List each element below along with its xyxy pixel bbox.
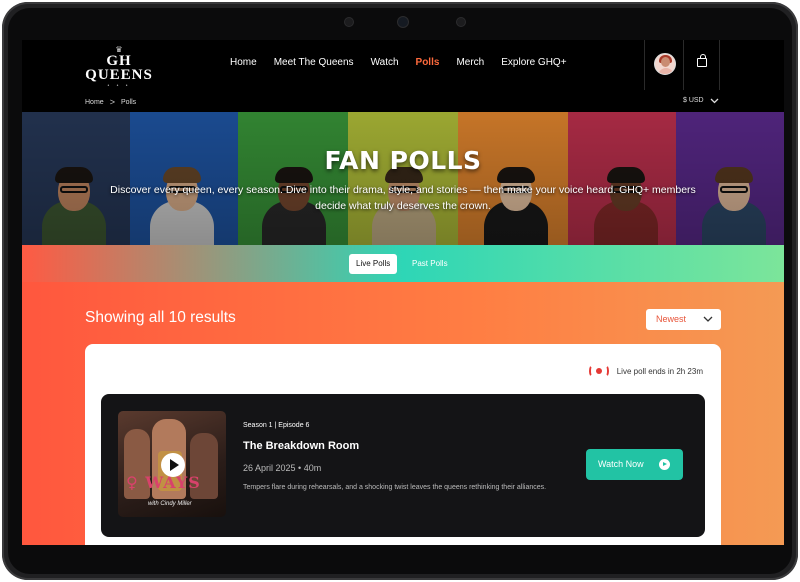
brand-name-line2: QUEENS [85, 67, 153, 83]
hero-banner: FAN POLLS Discover every queen, every se… [22, 112, 784, 245]
chevron-down-icon [710, 98, 719, 103]
logo-dots: • • • [107, 83, 131, 89]
user-avatar[interactable] [654, 53, 676, 75]
live-poll-status: Live poll ends in 2h 23m [588, 364, 703, 378]
thumbnail-artwork: ♀ WAYS [126, 473, 201, 492]
breadcrumb-current: Polls [120, 98, 137, 106]
tab-live-polls[interactable]: Live Polls [349, 254, 398, 274]
nav-watch[interactable]: Watch [371, 57, 399, 68]
nav-home[interactable]: Home [230, 57, 257, 68]
sensor-icon [457, 18, 465, 26]
sort-dropdown[interactable]: Newest [646, 309, 721, 330]
chevron-down-icon [703, 316, 713, 322]
divider [719, 40, 720, 90]
sensor-icon [345, 18, 353, 26]
poll-tabs: Live Polls Past Polls [22, 245, 784, 282]
watch-now-label: Watch Now [598, 459, 644, 469]
site-header: ♛ GH QUEENS • • • Home Meet The Queens W… [22, 40, 784, 112]
results-section: Showing all 10 results Newest Live poll … [22, 282, 784, 545]
live-poll-timer: Live poll ends in 2h 23m [616, 366, 703, 376]
divider [644, 40, 645, 90]
episode-description: Tempers flare during rehearsals, and a s… [243, 484, 547, 491]
sort-selected: Newest [656, 314, 687, 324]
main-nav: Home Meet The Queens Watch Polls Merch E… [230, 57, 584, 68]
camera-icon [398, 17, 408, 27]
tablet-frame: ♛ GH QUEENS • • • Home Meet The Queens W… [2, 2, 798, 580]
poll-panel: Live poll ends in 2h 23m ♀ WAYS with Cin… [85, 344, 721, 545]
divider [683, 40, 684, 90]
live-broadcast-icon [588, 364, 610, 378]
screen: ♛ GH QUEENS • • • Home Meet The Queens W… [22, 40, 784, 545]
hero-description: Discover every queen, every season. Dive… [110, 184, 696, 212]
chevron-right-icon: > [109, 97, 115, 107]
nav-merch[interactable]: Merch [456, 57, 484, 68]
episode-title[interactable]: The Breakdown Room [243, 440, 359, 452]
nav-polls[interactable]: Polls [416, 57, 440, 68]
brand-logo[interactable]: ♛ GH QUEENS • • • [84, 46, 154, 90]
watch-now-button[interactable]: Watch Now [586, 449, 683, 480]
nav-meet-the-queens[interactable]: Meet The Queens [274, 57, 354, 68]
episode-card[interactable]: ♀ WAYS with Cindy Miller Season 1 | Epis… [101, 394, 705, 537]
breadcrumb: Home > Polls [85, 97, 136, 107]
episode-thumbnail[interactable]: ♀ WAYS with Cindy Miller [118, 411, 226, 517]
currency-label: $ USD [683, 97, 704, 104]
currency-selector[interactable]: $ USD [683, 97, 719, 104]
episode-date: 26 April 2025 • 40m [243, 463, 322, 473]
tab-past-polls[interactable]: Past Polls [405, 254, 455, 274]
brand-name-line1: GH [106, 53, 132, 69]
breadcrumb-home[interactable]: Home [85, 99, 104, 106]
episode-meta: Season 1 | Episode 6 [243, 422, 310, 429]
thumbnail-artwork: with Cindy Miller [148, 501, 192, 507]
nav-explore-ghq-plus[interactable]: Explore GHQ+ [501, 57, 566, 68]
page-title: FAN POLLS [324, 146, 482, 175]
play-icon[interactable] [161, 453, 185, 477]
play-circle-icon [659, 459, 670, 470]
results-count: Showing all 10 results [85, 309, 236, 326]
shopping-bag-icon[interactable] [697, 54, 707, 67]
